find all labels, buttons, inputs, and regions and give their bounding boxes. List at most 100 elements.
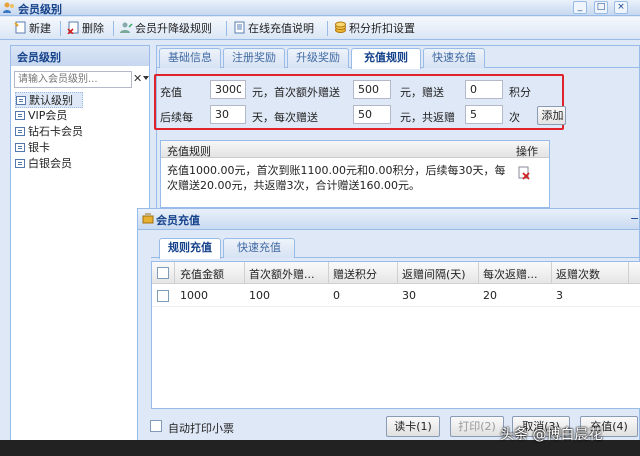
member-level-header: 会员级别	[11, 46, 149, 66]
window-title: 会员级别	[18, 3, 62, 16]
table-header: 充值金额 首次额外赠... 赠送积分 返赠间隔(天) 每次返赠... 返赠次数	[152, 262, 640, 284]
tree-item[interactable]: VIP会员	[15, 108, 83, 124]
gift-points-input[interactable]	[465, 80, 503, 99]
points-discount-button[interactable]: 积分折扣设置	[334, 20, 415, 37]
select-all-checkbox[interactable]	[157, 267, 169, 279]
toolbar-separator	[327, 21, 328, 36]
new-icon	[14, 21, 26, 34]
tree-item[interactable]: 银卡	[15, 140, 83, 156]
column-divider	[551, 262, 552, 284]
level-tree: 默认级别 VIP会员 钻石卡会员 银卡 白银会员	[15, 92, 83, 172]
column-header[interactable]: 充值金额	[180, 266, 224, 282]
column-divider	[397, 262, 398, 284]
recharge-label: 充值	[160, 86, 182, 99]
list-icon	[15, 111, 25, 120]
table-cell: 30	[402, 289, 416, 302]
rules-grid: 充值规则 操作 充值1000.00元，首次到账1100.00元和0.00积分，后…	[160, 140, 550, 208]
title-bar: 会员级别 _ □ ×	[0, 0, 640, 16]
column-header[interactable]: 返赠间隔(天)	[402, 266, 466, 282]
tree-item[interactable]: 钻石卡会员	[15, 124, 83, 140]
recharge-icon	[142, 213, 154, 224]
tab-register-reward[interactable]: 注册奖励	[223, 48, 285, 68]
tab-rule-recharge[interactable]: 规则充值	[159, 238, 221, 259]
gift-label: 元，赠送	[400, 86, 444, 99]
delete-icon	[67, 21, 79, 34]
tab-upgrade-reward[interactable]: 升级奖励	[287, 48, 349, 68]
member-recharge-dialog: 会员充值 − 规则充值 快速充值 充值金额 首次额外赠... 赠送积分 返赠间隔…	[137, 208, 640, 456]
column-divider	[174, 262, 175, 284]
every-days-input[interactable]	[210, 105, 246, 124]
tree-item[interactable]: 默认级别	[15, 92, 83, 108]
clear-search-icon[interactable]: ✕	[133, 72, 142, 85]
auto-print-label: 自动打印小票	[168, 422, 234, 435]
each-gift-label: 天，每次赠送	[252, 111, 318, 124]
detail-tabs: 基础信息 注册奖励 升级奖励 充值规则 快速充值	[157, 46, 640, 69]
coins-icon	[335, 21, 346, 33]
row-checkbox[interactable]	[157, 290, 169, 302]
toolbar-separator	[113, 21, 114, 36]
print-button[interactable]: 打印(2)	[450, 416, 504, 437]
times-label: 次	[509, 111, 520, 124]
recharge-amount-input[interactable]	[210, 80, 246, 99]
column-header[interactable]: 首次额外赠...	[249, 266, 315, 282]
maximize-button[interactable]: □	[594, 1, 608, 14]
first-bonus-label: 元，首次额外赠送	[252, 86, 340, 99]
watermark: 头条 @博白晨花	[500, 427, 603, 443]
read-card-button[interactable]: 读卡(1)	[386, 416, 440, 437]
minimize-button[interactable]: _	[573, 1, 587, 14]
dialog-collapse-icon[interactable]: −	[630, 212, 639, 225]
points-label: 积分	[509, 86, 531, 99]
each-gift-input[interactable]	[353, 105, 391, 124]
list-icon	[15, 159, 25, 168]
main-window: 会员级别 _ □ × 新建 删除 会员升降级规则 在线充值说明 积分折扣设置 会…	[0, 0, 640, 456]
dialog-tabs: 规则充值 快速充值	[151, 236, 640, 259]
dialog-header: 会员充值 −	[138, 209, 639, 230]
rules-grid-header: 充值规则 操作	[161, 141, 549, 158]
level-search-input[interactable]	[14, 71, 132, 88]
delete-button[interactable]: 删除	[67, 20, 104, 37]
members-icon	[3, 2, 14, 13]
list-icon	[15, 143, 25, 152]
tab-quick-recharge[interactable]: 快速充值	[423, 48, 485, 68]
close-button[interactable]: ×	[614, 1, 628, 14]
table-row[interactable]: 1000 100 0 30 20 3	[152, 285, 640, 307]
list-icon	[16, 96, 26, 105]
total-times-input[interactable]	[465, 105, 503, 124]
column-divider	[628, 262, 629, 284]
every-label: 后续每	[160, 111, 193, 124]
total-label: 元，共返赠	[400, 111, 455, 124]
column-divider	[328, 262, 329, 284]
column-header[interactable]: 返赠次数	[556, 266, 600, 282]
column-header[interactable]: 每次返赠...	[483, 266, 538, 282]
rule-column-header: 充值规则	[167, 145, 211, 158]
table-cell: 20	[483, 289, 497, 302]
toolbar-separator	[226, 21, 227, 36]
delete-rule-icon[interactable]	[517, 166, 531, 180]
tab-recharge-rules[interactable]: 充值规则	[351, 48, 421, 69]
action-column-header: 操作	[516, 145, 538, 158]
dialog-title: 会员充值	[156, 214, 200, 227]
column-header[interactable]: 赠送积分	[333, 266, 377, 282]
column-divider	[478, 262, 479, 284]
tree-item[interactable]: 白银会员	[15, 156, 83, 172]
table-cell: 3	[556, 289, 563, 302]
first-bonus-input[interactable]	[353, 80, 391, 99]
tab-basic-info[interactable]: 基础信息	[159, 48, 221, 68]
recharge-rules-table: 充值金额 首次额外赠... 赠送积分 返赠间隔(天) 每次返赠... 返赠次数 …	[151, 261, 640, 409]
search-dropdown-icon[interactable]	[143, 76, 149, 80]
toolbar: 新建 删除 会员升降级规则 在线充值说明 积分折扣设置	[0, 17, 640, 40]
table-cell: 100	[249, 289, 270, 302]
table-cell: 1000	[180, 289, 208, 302]
column-divider	[244, 262, 245, 284]
add-button[interactable]: 添加	[537, 106, 566, 125]
online-recharge-help-button[interactable]: 在线充值说明	[233, 20, 314, 37]
tab-dialog-quick-recharge[interactable]: 快速充值	[223, 238, 295, 258]
users-icon	[120, 22, 133, 33]
list-icon	[15, 127, 25, 136]
toolbar-separator	[60, 21, 61, 36]
member-level-panel: 会员级别 ✕ 默认级别 VIP会员 钻石卡会员 银卡 白银会员	[10, 45, 150, 456]
rule-text: 充值1000.00元，首次到账1100.00元和0.00积分，后续每30天，每次…	[167, 164, 506, 192]
new-button[interactable]: 新建	[14, 20, 51, 37]
auto-print-checkbox[interactable]	[150, 420, 162, 432]
upgrade-rules-button[interactable]: 会员升降级规则	[120, 20, 212, 37]
